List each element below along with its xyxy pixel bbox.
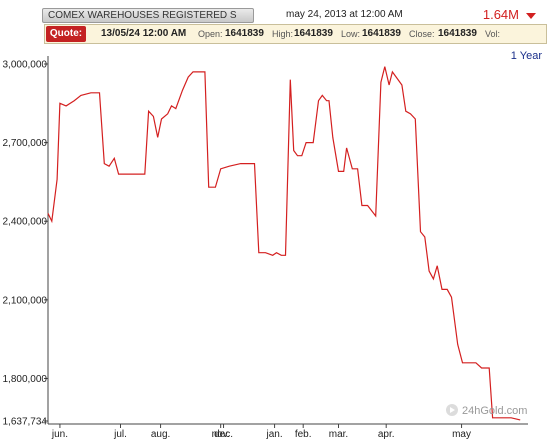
series-line [47,66,521,421]
x-tick-label: jan. [266,429,283,440]
x-tick-label: may [452,429,471,440]
x-tick-label: jun. [51,429,68,440]
y-tick-label: 1,637,734 [3,417,48,428]
x-tick-label: dec. [214,429,233,440]
price-chart: 3,000,000 2,700,000 2,400,000 2,100,000 1,80… [3,56,528,440]
y-tick-label: 2,700,000 [3,138,48,149]
chart-axes [47,56,528,425]
x-tick-label: mar. [329,429,348,440]
watermark-text: 24hGold.com [462,405,527,417]
y-tick-label: 1,800,000 [3,374,48,385]
x-tick-label: jul. [113,429,127,440]
x-tick-label: apr. [378,429,395,440]
x-tick-label: feb. [295,429,312,440]
y-tick-label: 2,400,000 [3,217,48,228]
x-axis-ticks: jun. jul. aug. nov.dec. jan. feb. mar. apr. may [51,424,471,440]
y-tick-label: 2,100,000 [3,295,48,306]
y-axis-ticks: 3,000,000 2,700,000 2,400,000 2,100,000 1,80… [3,60,48,428]
y-tick-label: 3,000,000 [3,60,48,71]
x-tick-label: aug. [151,429,170,440]
watermark: 24hGold.com [446,404,527,417]
